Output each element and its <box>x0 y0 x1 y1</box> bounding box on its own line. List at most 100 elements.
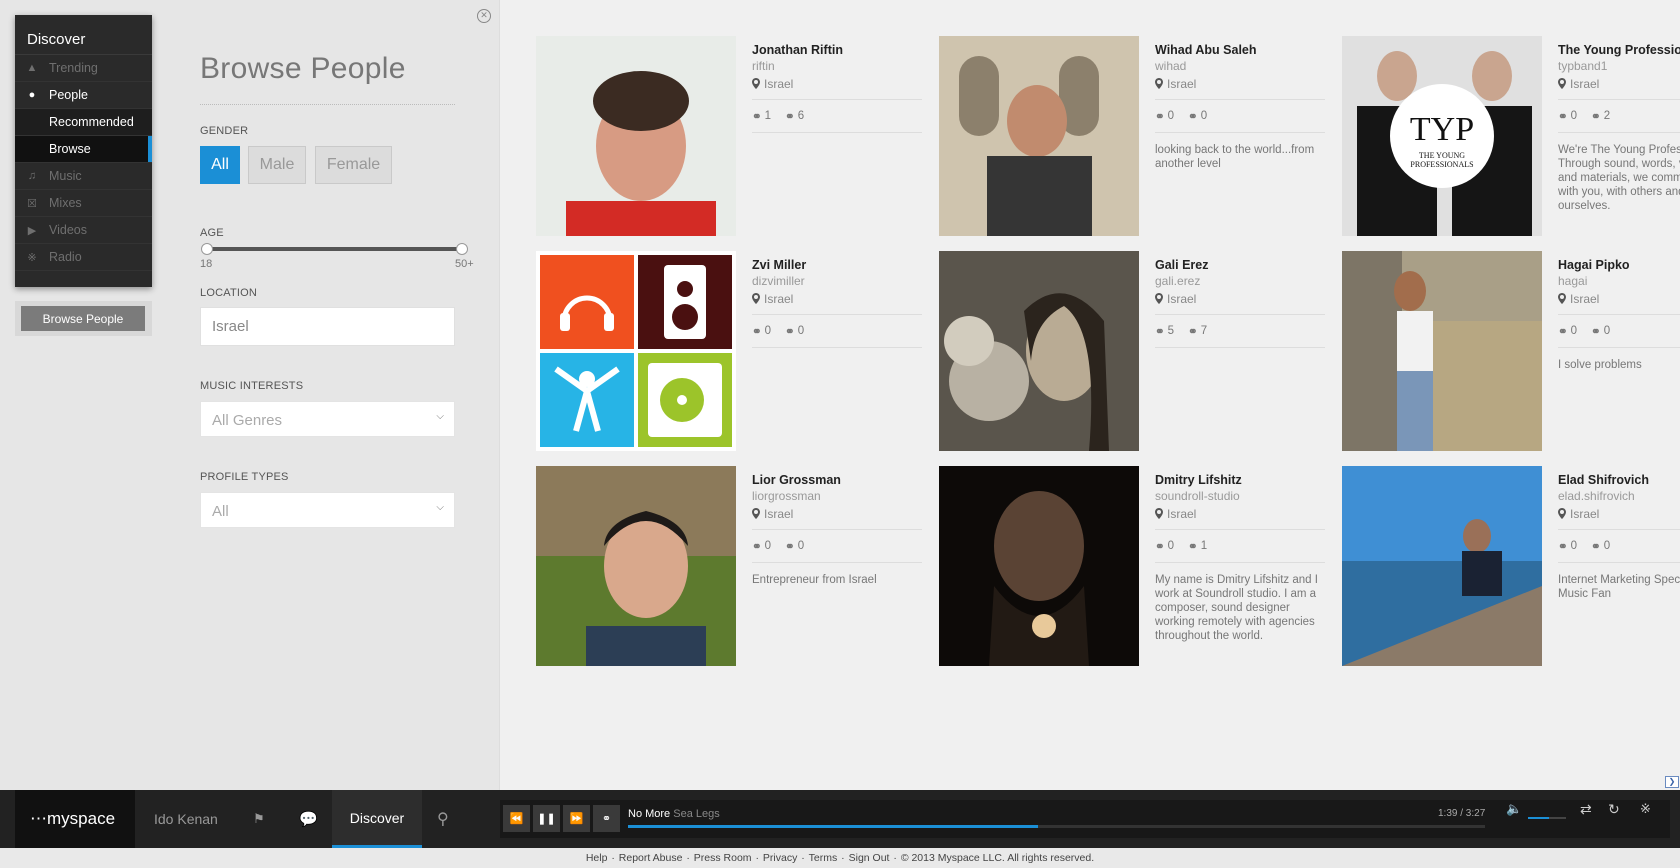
person-name[interactable]: Wihad Abu Saleh <box>1155 43 1325 57</box>
bottom-player-bar: ⋯myspace Ido Kenan ⚑ 💬 Discover ⚲ ⏪ ❚❚ ⏩… <box>0 790 1680 848</box>
footer: Help · Report Abuse · Press Room · Priva… <box>0 848 1680 868</box>
browse-people-button[interactable]: Browse People <box>21 306 145 331</box>
connections-count: ⚭ 0 <box>1558 110 1578 123</box>
chat-icon[interactable]: 💬 <box>299 790 318 848</box>
gender-male-button[interactable]: Male <box>248 146 306 184</box>
sidebar-item-music[interactable]: ♫ Music <box>15 163 152 190</box>
person-name[interactable]: Hagai Pipko <box>1558 258 1680 272</box>
sidebar-item-trending[interactable]: ▲ Trending <box>15 55 152 82</box>
location-pin-icon <box>1155 508 1163 519</box>
location-input[interactable] <box>200 307 455 346</box>
person-username: elad.shifrovich <box>1558 489 1635 503</box>
volume-fill <box>1528 817 1549 819</box>
sidebar-item-mixes[interactable]: ☒ Mixes <box>15 190 152 217</box>
person-card: Lior Grossman liorgrossman Israel ⚭ 0 ⚭ 0 E… <box>536 466 936 666</box>
svg-text:THE YOUNG: THE YOUNG <box>1419 151 1465 160</box>
rewind-button[interactable]: ⏪ <box>503 805 530 832</box>
person-name[interactable]: Zvi Miller <box>752 258 922 272</box>
profile-photo[interactable] <box>536 251 736 451</box>
svg-text:TYP: TYP <box>1410 111 1474 148</box>
age-min-handle[interactable] <box>201 243 213 255</box>
person-card: Hagai Pipko hagai Israel ⚭ 0 ⚭ 0 I solve pr… <box>1342 251 1680 451</box>
connected-to-count: ⚭ 0 <box>785 325 805 338</box>
track-progress-bar[interactable] <box>628 825 1485 828</box>
connections-count: ⚭ 1 <box>752 110 772 123</box>
person-bio: Internet Marketing Specialist, Big Music… <box>1558 574 1680 600</box>
footer-link-sign-out[interactable]: Sign Out <box>849 852 890 864</box>
footer-link-privacy[interactable]: Privacy <box>763 852 797 864</box>
now-playing[interactable]: No More Sea Legs <box>628 808 720 820</box>
profile-photo[interactable] <box>939 251 1139 451</box>
radio-icon[interactable]: ※ <box>1640 790 1651 828</box>
sidebar-item-browse[interactable]: Browse <box>15 136 152 163</box>
person-card: TYP THE YOUNG PROFESSIONALS The Young Prof… <box>1342 36 1680 236</box>
profile-photo[interactable] <box>939 36 1139 236</box>
person-location: Israel <box>1167 507 1197 521</box>
close-icon[interactable]: ✕ <box>477 9 491 23</box>
profile-photo[interactable]: TYP THE YOUNG PROFESSIONALS <box>1342 36 1542 236</box>
person-location: Israel <box>1570 507 1600 521</box>
profile-photo[interactable] <box>939 466 1139 666</box>
people-icon: ● <box>28 89 36 101</box>
person-bio: My name is Dmitry Lifshitz and I work at… <box>1155 574 1318 642</box>
sidebar-item-videos[interactable]: ▶ Videos <box>15 217 152 244</box>
person-location: Israel <box>764 292 794 306</box>
copyright: © 2013 Myspace LLC. All rights reserved. <box>900 852 1095 864</box>
discover-menu: Discover ▲ Trending ● People Recommended B… <box>15 15 152 287</box>
connect-icon: ⚭ <box>785 541 795 553</box>
connect-icon: ⚭ <box>1155 326 1165 338</box>
connect-icon: ⚭ <box>1591 111 1601 123</box>
user-profile-link[interactable]: Ido Kenan <box>154 790 218 848</box>
location-pin-icon <box>1558 78 1566 89</box>
profile-types-select[interactable]: All ⌵ <box>200 492 455 528</box>
myspace-logo[interactable]: ⋯myspace <box>15 790 135 848</box>
profile-photo[interactable] <box>536 36 736 236</box>
connections-count: ⚭ 0 <box>1558 540 1578 553</box>
sidebar-item-recommended[interactable]: Recommended <box>15 109 152 136</box>
footer-link-press-room[interactable]: Press Room <box>694 852 752 864</box>
footer-link-report-abuse[interactable]: Report Abuse <box>619 852 683 864</box>
connect-icon: ⚭ <box>752 111 762 123</box>
fast-forward-button[interactable]: ⏩ <box>563 805 590 832</box>
person-username: typband1 <box>1558 59 1608 73</box>
person-name[interactable]: Elad Shifrovich <box>1558 473 1680 487</box>
person-name[interactable]: Lior Grossman <box>752 473 922 487</box>
volume-icon[interactable]: 🔈 <box>1506 790 1522 828</box>
person-card: Wihad Abu Saleh wihad Israel ⚭ 0 ⚭ 0 lookin… <box>939 36 1339 236</box>
location-pin-icon <box>752 293 760 304</box>
pause-button[interactable]: ❚❚ <box>533 805 560 832</box>
volume-slider[interactable] <box>1528 817 1566 819</box>
gender-all-button[interactable]: All <box>200 146 240 184</box>
age-max-handle[interactable] <box>456 243 468 255</box>
person-name[interactable]: Gali Erez <box>1155 258 1325 272</box>
repeat-icon[interactable]: ↻ <box>1608 790 1620 828</box>
connect-icon: ⚭ <box>1558 326 1568 338</box>
music-interests-label: MUSIC INTERESTS <box>200 380 304 392</box>
person-name[interactable]: Jonathan Riftin <box>752 43 922 57</box>
connect-icon: ⚭ <box>1558 541 1568 553</box>
person-card: Zvi Miller dizvimiller Israel ⚭ 0 ⚭ 0 <box>536 251 936 451</box>
profile-photo[interactable] <box>536 466 736 666</box>
connect-icon: ⚭ <box>1155 541 1165 553</box>
progress-fill <box>628 825 1038 828</box>
scroll-right-icon[interactable]: ❯ <box>1665 776 1679 788</box>
connect-button[interactable]: ⚭ <box>593 805 620 832</box>
flag-icon[interactable]: ⚑ <box>253 790 265 848</box>
profile-photo[interactable] <box>1342 251 1542 451</box>
discover-tab[interactable]: Discover <box>332 790 422 848</box>
person-name[interactable]: The Young Professionals <box>1558 43 1680 57</box>
connect-icon: ⚭ <box>1188 111 1198 123</box>
location-pin-icon <box>1558 508 1566 519</box>
shuffle-icon[interactable]: ⇄ <box>1580 790 1592 828</box>
connections-count: ⚭ 5 <box>1155 325 1175 338</box>
person-name[interactable]: Dmitry Lifshitz <box>1155 473 1325 487</box>
sidebar-item-radio[interactable]: ※ Radio <box>15 244 152 271</box>
sidebar-item-people[interactable]: ● People <box>15 82 152 109</box>
gender-female-button[interactable]: Female <box>315 146 392 184</box>
music-interests-select[interactable]: All Genres ⌵ <box>200 401 455 437</box>
profile-photo[interactable] <box>1342 466 1542 666</box>
search-icon[interactable]: ⚲ <box>437 790 449 848</box>
footer-link-help[interactable]: Help <box>586 852 608 864</box>
footer-link-terms[interactable]: Terms <box>809 852 838 864</box>
age-range-slider[interactable] <box>206 247 462 251</box>
